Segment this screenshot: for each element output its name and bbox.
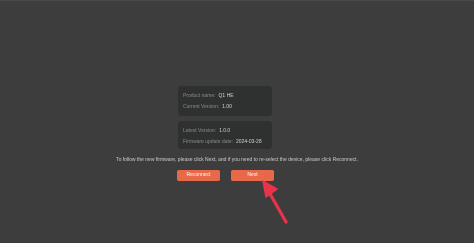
product-name-row: Product name: Q1 HE bbox=[183, 92, 267, 101]
update-date-label: Firmware update date: bbox=[183, 139, 234, 145]
update-date-value: 2024-03-28 bbox=[236, 139, 262, 145]
firmware-info-card: Latest Version: 1.0.0 Firmware update da… bbox=[178, 121, 272, 149]
reconnect-button[interactable]: Reconnect bbox=[177, 170, 220, 181]
current-version-label: Current Version: bbox=[183, 104, 220, 110]
latest-version-label: Latest Version: bbox=[183, 128, 217, 134]
window-top-edge bbox=[0, 0, 474, 1]
pointer-arrow-icon bbox=[262, 180, 288, 224]
latest-version-value: 1.0.0 bbox=[219, 128, 231, 134]
device-info-card: Product name: Q1 HE Current Version: 1.0… bbox=[178, 86, 272, 116]
firmware-update-screen: Product name: Q1 HE Current Version: 1.0… bbox=[0, 0, 474, 243]
current-version-value: 1.00 bbox=[222, 104, 232, 110]
instruction-text: To follow the new firmware, please click… bbox=[116, 157, 358, 163]
update-date-row: Firmware update date: 2024-03-28 bbox=[183, 138, 267, 147]
latest-version-row: Latest Version: 1.0.0 bbox=[183, 127, 267, 136]
product-name-value: Q1 HE bbox=[218, 93, 234, 99]
current-version-row: Current Version: 1.00 bbox=[183, 103, 267, 112]
product-name-label: Product name: bbox=[183, 93, 216, 99]
